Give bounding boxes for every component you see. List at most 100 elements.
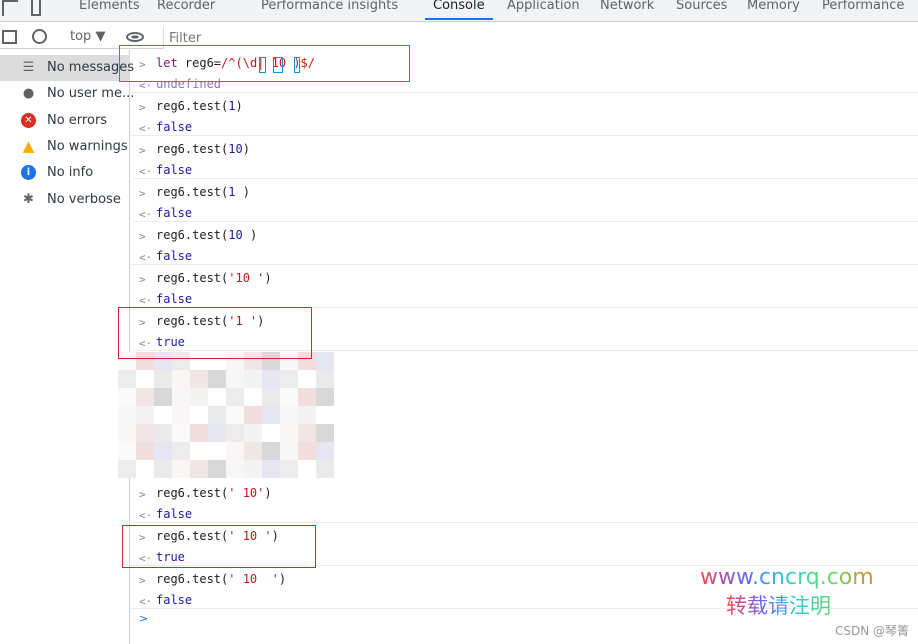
tab-recorder[interactable]: Recorder [157,0,215,20]
console-output: false [156,593,193,607]
blur-pixel [190,352,208,370]
blur-pixel [262,352,280,370]
watermark: www.cncrq.com 转载请注明 [700,565,874,620]
sidebar-item[interactable]: ▲ No warnings [0,134,130,160]
blur-pixel [208,370,226,388]
sidebar-item[interactable]: ● No user me... [0,81,135,107]
code-fn: reg6.test( [156,228,229,242]
tab-application[interactable]: Application [507,0,580,20]
tab-network[interactable]: Network [600,0,654,20]
sidebar-toggle-icon[interactable] [2,30,17,44]
console-prompt-icon[interactable]: > [139,612,148,625]
blur-pixel [262,442,280,460]
filter-input[interactable] [163,27,918,49]
blur-pixel [172,388,190,406]
sidebar-item[interactable]: i No info [0,160,130,186]
tab-performance-insights[interactable]: Performance insights [261,0,398,20]
blur-pixel [316,460,334,478]
blur-pixel [208,442,226,460]
blur-pixel [226,352,244,370]
blur-pixel [190,370,208,388]
console-input[interactable]: reg6.test(1) [156,99,243,113]
blur-pixel [316,424,334,442]
result-arrow-icon: <· [139,208,153,221]
console-entry: > let reg6=/^(\d| 10 )$/ <· undefined [131,50,918,93]
code-arg: 10 [228,142,243,156]
blur-pixel [298,388,316,406]
sidebar-item-label: No errors [47,112,108,128]
console-input[interactable]: reg6.test('1 ') [156,314,264,328]
clear-console-icon[interactable] [32,29,47,44]
blur-pixel [154,370,172,388]
blur-pixel [244,442,262,460]
tab-sources[interactable]: Sources [676,0,727,20]
console-entry: > reg6.test(10 ) <· false [131,222,918,265]
tab-console[interactable]: Console [425,0,493,20]
tab-elements[interactable]: Elements [79,0,140,20]
eye-icon[interactable] [126,32,144,42]
console-output: false [156,120,193,134]
sidebar-item[interactable]: ☰ No messages [0,55,134,81]
console-input[interactable]: reg6.test(10) [156,142,250,156]
blur-pixel [208,424,226,442]
blur-pixel [154,424,172,442]
result-arrow-icon: <· [139,79,153,92]
console-input[interactable]: reg6.test(' 10 ') [156,529,279,543]
blur-pixel [316,352,334,370]
blur-pixel [118,460,136,478]
blur-pixel [298,424,316,442]
console-input[interactable]: reg6.test(' 10') [156,486,272,500]
console-input[interactable]: reg6.test(' 10 ') [156,572,286,586]
blur-pixel [118,370,136,388]
console-output: false [156,292,193,306]
blur-pixel [244,388,262,406]
blur-pixel [208,352,226,370]
sidebar-item-label: No messages [47,60,135,75]
info-icon: i [21,165,36,181]
console-input[interactable]: let reg6=/^(\d| 10 )$/ [156,56,315,70]
tab-performance[interactable]: Performance [822,0,904,20]
console-entry: > reg6.test('10 ') <· false [131,265,918,308]
console-input[interactable]: reg6.test('10 ') [156,271,272,285]
blur-pixel [280,352,298,370]
blur-pixel [172,370,190,388]
blur-pixel [280,442,298,460]
blur-pixel [262,388,280,406]
blur-pixel [244,352,262,370]
blur-pixel [172,442,190,460]
sidebar-item-label: No info [47,165,94,181]
blur-pixel [316,406,334,424]
result-arrow-icon: <· [139,337,153,350]
blur-pixel [316,370,334,388]
blur-pixel [298,370,316,388]
blur-pixel [118,388,136,406]
code-fn: reg6.test( [156,314,229,328]
console-input[interactable]: reg6.test(1 ) [156,185,250,199]
console-input[interactable]: reg6.test(10 ) [156,228,257,242]
inspect-element-icon[interactable] [2,0,18,16]
code-arg: 10 [228,228,250,242]
blur-pixel [136,388,154,406]
blur-pixel [244,406,262,424]
blur-pixel [172,424,190,442]
prompt-chevron-icon: > [139,230,146,243]
blur-pixel [190,406,208,424]
blur-pixel [280,424,298,442]
prompt-chevron-icon: > [139,488,146,501]
tab-memory[interactable]: Memory [747,0,800,20]
blur-pixel [118,352,136,370]
sidebar-item[interactable]: ✕ No errors [0,108,130,134]
prompt-chevron-icon: > [139,144,146,157]
blur-pixel [298,352,316,370]
code-arg: 1 [228,99,236,113]
code-arg: '1 ' [228,314,258,328]
blur-pixel [226,442,244,460]
blur-pixel [136,352,154,370]
device-toggle-icon[interactable] [31,0,41,16]
context-label: top [70,29,92,44]
code-arg: '10 ' [228,271,265,285]
blur-pixel [208,460,226,478]
console-sidebar: ☰ No messages ● No user me... ✕ No errors ▲ No … [0,50,135,644]
context-selector[interactable]: top ▼ [70,29,105,44]
sidebar-item[interactable]: ✱ No verbose [0,187,130,213]
